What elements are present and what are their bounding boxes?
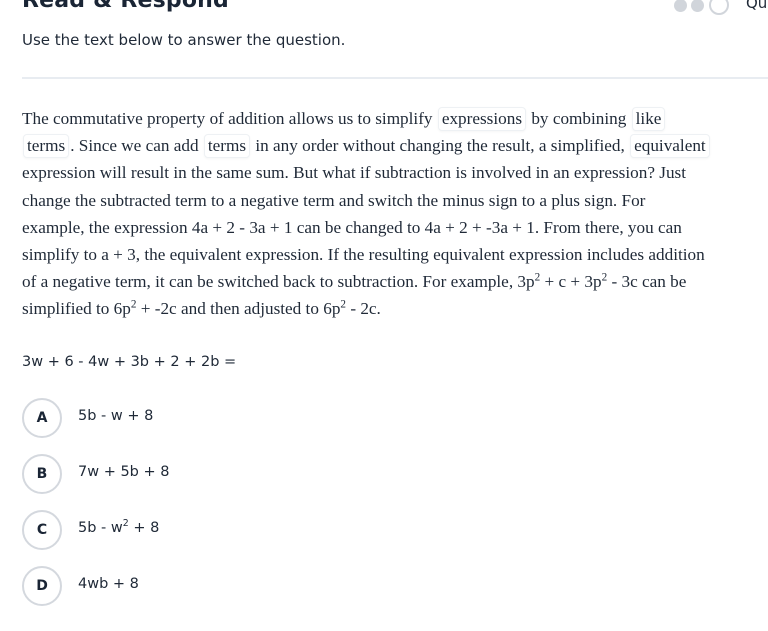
option-text-part: 5b - w xyxy=(78,520,123,536)
vocab-term-equivalent[interactable]: equivalent xyxy=(630,134,710,159)
reading-passage: The commutative property of addition all… xyxy=(22,105,712,323)
passage-text: The commutative property of addition all… xyxy=(22,109,437,128)
vocab-term-like-terms[interactable]: terms xyxy=(23,134,70,159)
progress-step-completed-icon xyxy=(674,0,687,12)
divider xyxy=(22,77,768,79)
option-text[interactable]: 5b - w2 + 8 xyxy=(78,519,160,536)
passage-text: . Since we can add xyxy=(70,136,203,156)
option-text[interactable]: 4wb + 8 xyxy=(78,576,139,592)
instructions: Use the text below to answer the questio… xyxy=(22,31,346,49)
answer-option-d[interactable]: D 4wb + 8 xyxy=(22,566,722,606)
progress-indicator xyxy=(674,0,729,15)
answer-option-a[interactable]: A 5b - w + 8 xyxy=(22,398,722,438)
passage-text: + c + 3p xyxy=(540,272,602,292)
passage-text: + -2c and then adjusted to 6p xyxy=(136,299,341,319)
passage-text: by combining xyxy=(527,109,631,128)
progress-step-completed-icon xyxy=(691,0,704,12)
option-letter-badge[interactable]: A xyxy=(22,398,62,438)
answer-option-b[interactable]: B 7w + 5b + 8 xyxy=(22,454,722,494)
option-text[interactable]: 7w + 5b + 8 xyxy=(78,464,169,480)
option-letter-badge[interactable]: C xyxy=(22,510,62,550)
option-text-part: + 8 xyxy=(128,520,160,536)
passage-text: - 2c. xyxy=(346,299,381,319)
vocab-term-like-terms[interactable]: like xyxy=(631,107,666,131)
option-letter-badge[interactable]: D xyxy=(22,566,62,606)
passage-text: in any order without changing the result… xyxy=(251,136,630,156)
answer-option-c[interactable]: C 5b - w2 + 8 xyxy=(22,510,722,550)
question-prompt: 3w + 6 - 4w + 3b + 2 + 2b = xyxy=(22,354,237,370)
vocab-term-terms[interactable]: terms xyxy=(203,134,251,159)
page-title: Read & Respond xyxy=(22,0,229,13)
option-letter-badge[interactable]: B xyxy=(22,454,62,494)
vocab-term-expressions[interactable]: expressions xyxy=(437,107,527,131)
progress-label: Qu xyxy=(746,0,768,12)
answer-options: A 5b - w + 8 B 7w + 5b + 8 C 5b - w2 + 8… xyxy=(22,398,722,622)
option-text[interactable]: 5b - w + 8 xyxy=(78,408,153,424)
progress-step-current-icon xyxy=(709,0,729,15)
